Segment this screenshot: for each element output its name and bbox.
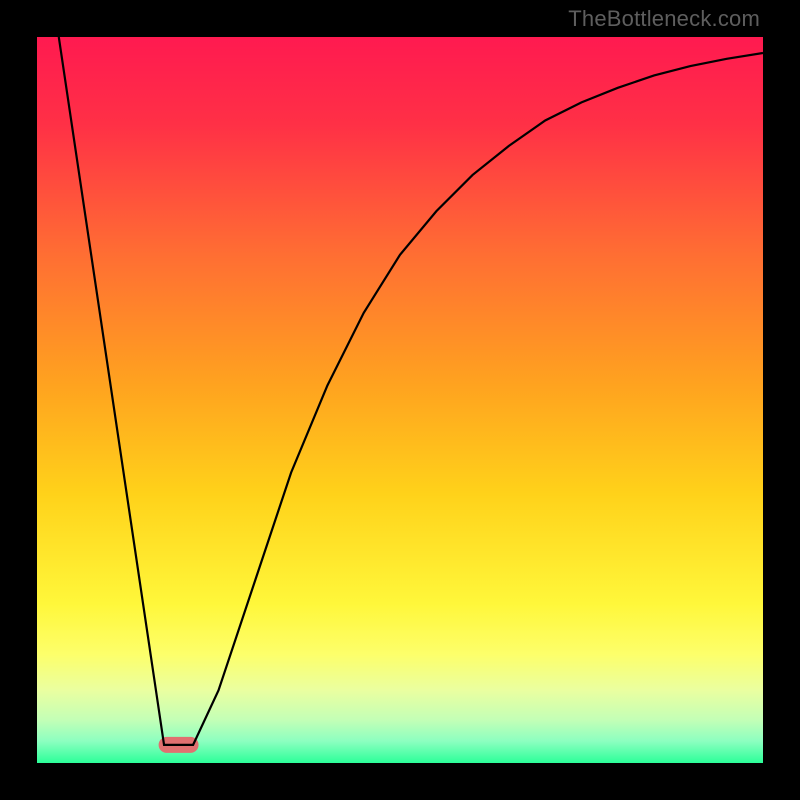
watermark-text: TheBottleneck.com [568,6,760,32]
background-gradient [37,37,763,763]
chart-frame [37,37,763,763]
